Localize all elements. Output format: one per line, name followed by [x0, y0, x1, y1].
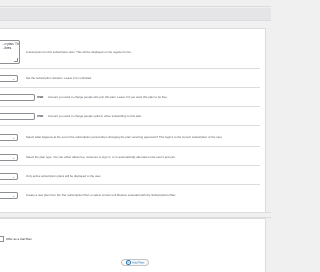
price-help-text: Amount you want to charge people who joi…	[48, 95, 168, 99]
trial-plan-label: Offer as a trial Plan	[6, 236, 32, 241]
field-divider	[0, 106, 260, 107]
chevron-down-icon: ⌄	[12, 156, 15, 160]
section-tab-strip	[0, 8, 271, 21]
description-help-text: A description for this subscription plan…	[26, 49, 132, 54]
signup-fee-currency-label: USD	[37, 114, 44, 118]
chevron-down-icon: ⌄	[12, 175, 15, 179]
field-divider	[0, 68, 260, 69]
resize-handle-icon[interactable]	[14, 58, 18, 62]
field-divider	[0, 165, 260, 166]
duration-help-text: Set the subscription duration. Leave 0 f…	[26, 75, 92, 80]
field-divider	[0, 146, 260, 147]
renewal-help-text: Select what happens at the end of the su…	[26, 134, 223, 139]
tier-grouping-help-text: Create a new plan from the Tier subscrip…	[26, 192, 177, 197]
chevron-down-icon: ⌄	[12, 77, 15, 81]
admin-top-bar	[0, 0, 271, 7]
renewal-select[interactable]: ⌄	[0, 134, 18, 141]
user-role-help-text: Only active subscription plans will be d…	[26, 173, 102, 178]
trial-plan-checkbox[interactable]	[0, 236, 4, 242]
tier-grouping-select[interactable]: ⌄	[0, 192, 18, 199]
signup-fee-help-text: Amount you want to charge people upfront…	[48, 114, 143, 118]
price-currency-label: USD	[37, 95, 44, 99]
user-role-select[interactable]: ⌄	[0, 173, 18, 180]
duration-unit-select[interactable]: ⌄	[0, 75, 18, 82]
field-divider	[0, 184, 260, 185]
status-help-text: Select the plan type. You can either all…	[26, 154, 176, 159]
description-value-line: ...lives.	[2, 46, 12, 51]
chevron-down-icon: ⌄	[12, 194, 15, 198]
status-select[interactable]: ⌄	[0, 154, 18, 161]
field-divider	[0, 125, 260, 126]
plan-settings-panel	[0, 28, 266, 213]
field-divider	[0, 87, 260, 88]
price-input[interactable]	[0, 94, 35, 101]
add-plan-button[interactable]: + Add Plan	[121, 259, 149, 266]
plan-description-textarea[interactable]: ...n plan. Thi ...lives.	[0, 40, 20, 64]
add-plan-label: Add Plan	[132, 260, 145, 265]
plus-circle-icon: +	[125, 260, 132, 266]
signup-fee-input[interactable]	[0, 113, 35, 120]
chevron-down-icon: ⌄	[12, 136, 15, 140]
